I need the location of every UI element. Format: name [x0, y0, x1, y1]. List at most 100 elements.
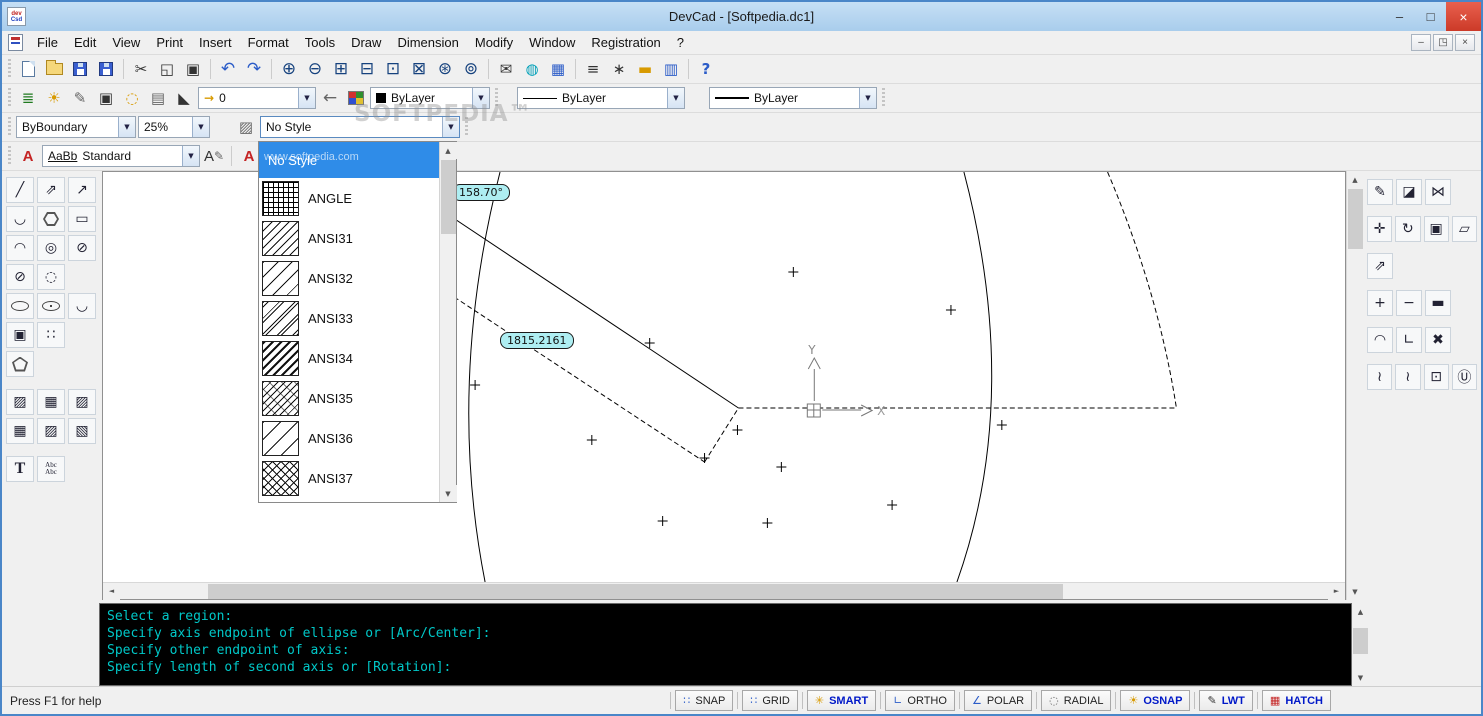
chevron-down-icon[interactable]: ▼ — [859, 88, 876, 108]
stretch-tool[interactable]: ⇗ — [1367, 253, 1393, 279]
toolbar-grip[interactable] — [8, 146, 11, 166]
toolbar-grip[interactable] — [465, 117, 468, 137]
new-button[interactable] — [16, 57, 40, 81]
layer-manager-button[interactable]: ≣ — [16, 86, 40, 110]
skew-tool[interactable]: ▱ — [1451, 216, 1477, 242]
menu-item-registration[interactable]: Registration — [583, 32, 668, 53]
hatch-tool-2[interactable]: ▦ — [37, 389, 65, 415]
arc-right[interactable] — [956, 172, 993, 582]
display-button[interactable]: ▦ — [546, 57, 570, 81]
toolbar-grip[interactable] — [882, 88, 885, 108]
scroll-up-arrow[interactable]: ▲ — [1346, 171, 1364, 188]
text-style-button[interactable]: A — [16, 144, 40, 168]
radius-line[interactable] — [419, 195, 739, 409]
fillet-tool[interactable]: ◠ — [1367, 327, 1393, 353]
donut-tool[interactable]: ⊘ — [6, 264, 34, 290]
chevron-down-icon[interactable]: ▼ — [118, 117, 135, 137]
point-tool[interactable]: ∷ — [37, 322, 65, 348]
toolbar-grip[interactable] — [495, 88, 498, 108]
menu-item-insert[interactable]: Insert — [191, 32, 240, 53]
open-button[interactable] — [42, 57, 66, 81]
menu-item-dimension[interactable]: Dimension — [389, 32, 466, 53]
chamfer-tool[interactable]: ∟ — [1396, 327, 1422, 353]
vertical-scroll-thumb[interactable] — [1347, 189, 1363, 249]
draw-order-button[interactable]: ≡ — [581, 57, 605, 81]
scroll-down-arrow[interactable]: ▼ — [1346, 583, 1364, 600]
command-scrollbar[interactable]: ▲ ▼ — [1352, 603, 1369, 686]
chevron-down-icon[interactable]: ▼ — [192, 117, 209, 137]
menu-item-format[interactable]: Format — [240, 32, 297, 53]
scroll-down-arrow[interactable]: ▼ — [1352, 669, 1369, 686]
chevron-down-icon[interactable]: ▼ — [298, 88, 315, 108]
lengthen-tool[interactable]: + — [1367, 290, 1393, 316]
menu-item-print[interactable]: Print — [148, 32, 191, 53]
arc-tool[interactable]: ◠ — [6, 235, 34, 261]
boundary-combo[interactable]: ByBoundary ▼ — [16, 116, 136, 138]
menu-item-edit[interactable]: Edit — [66, 32, 104, 53]
hatch-tool-1[interactable]: ▨ — [6, 389, 34, 415]
style-option-ansi35[interactable]: ANSI35 — [259, 378, 439, 418]
toggle-hatch[interactable]: ▦ HATCH — [1261, 690, 1331, 711]
style-option-angle[interactable]: ANGLE — [259, 178, 439, 218]
spline-tool[interactable]: ◌ — [37, 264, 65, 290]
trim-tool[interactable]: − — [1396, 290, 1422, 316]
toggle-ortho[interactable]: ∟ ORTHO — [885, 690, 955, 711]
hatch-tool-4[interactable]: ▦ — [6, 418, 34, 444]
command-prompt[interactable]: Specify length of second axis or [Rotati… — [107, 659, 1344, 676]
dropdown-scrollbar[interactable]: ▲ ▼ — [439, 142, 457, 502]
break-tool[interactable]: ≀ — [1367, 364, 1393, 390]
style-option-ansi34[interactable]: ANSI34 — [259, 338, 439, 378]
close-button[interactable]: × — [1446, 2, 1481, 31]
layer-lock-button[interactable]: ▣ — [94, 86, 118, 110]
style-option-ansi31[interactable]: ANSI31 — [259, 218, 439, 258]
point-style-button[interactable]: ∗ — [607, 57, 631, 81]
ellipse-arc-tool[interactable]: ◡ — [68, 293, 96, 319]
lineweight-combo[interactable]: ByLayer ▼ — [709, 87, 877, 109]
previous-layer-button[interactable]: ← — [318, 86, 342, 110]
zoom-window-button[interactable]: ⊞ — [329, 57, 353, 81]
scroll-left-arrow[interactable]: ◄ — [103, 582, 120, 600]
toggle-osnap[interactable]: ☀ OSNAP — [1120, 690, 1191, 711]
style-option-ansi32[interactable]: ANSI32 — [259, 258, 439, 298]
style-option-ansi36[interactable]: ANSI36 — [259, 418, 439, 458]
menu-item-tools[interactable]: Tools — [297, 32, 343, 53]
mdi-close-button[interactable]: × — [1455, 34, 1475, 51]
text-tool[interactable]: T — [6, 456, 34, 482]
hatch-edit-button[interactable]: ▨ — [234, 115, 258, 139]
scale-tool[interactable]: ▣ — [1423, 216, 1449, 242]
menu-item-view[interactable]: View — [104, 32, 148, 53]
hatch-style-combo[interactable]: No Style ▼ — [260, 116, 460, 138]
closed-polyline-tool[interactable] — [6, 351, 34, 377]
layer-on-off-button[interactable]: ☀ — [42, 86, 66, 110]
move-tool[interactable]: ✛ — [1367, 216, 1393, 242]
line-tool[interactable]: ╱ — [6, 177, 34, 203]
chevron-down-icon[interactable]: ▼ — [442, 117, 459, 137]
paste-button[interactable]: ▣ — [181, 57, 205, 81]
zoom-all-button[interactable]: ⊚ — [459, 57, 483, 81]
chevron-down-icon[interactable]: ▼ — [472, 88, 489, 108]
circle-tan-tool[interactable]: ⊘ — [68, 235, 96, 261]
scroll-up-arrow[interactable]: ▲ — [439, 142, 457, 159]
zoom-previous-button[interactable]: ⊟ — [355, 57, 379, 81]
color-combo[interactable]: ByLayer ▼ — [370, 87, 490, 109]
mirror-tool[interactable]: ⋈ — [1425, 179, 1451, 205]
ruler-button[interactable]: ▬ — [633, 57, 657, 81]
polyline-tool[interactable]: ◡ — [6, 206, 34, 232]
text-style-combo[interactable]: AaBb Standard ▼ — [42, 145, 200, 167]
arc-dashed[interactable] — [1107, 172, 1177, 409]
undo-mark-tool[interactable]: Ⓤ — [1451, 364, 1477, 390]
hatch-tool-5[interactable]: ▨ — [37, 418, 65, 444]
layer-plot-button[interactable]: ◌ — [120, 86, 144, 110]
extend-tool[interactable]: ▬ — [1425, 290, 1451, 316]
toggle-snap[interactable]: ∷ SNAP — [675, 690, 734, 711]
zoom-in-button[interactable]: ⊕ — [277, 57, 301, 81]
redo-button[interactable]: ↷ — [242, 57, 266, 81]
toolbar-grip[interactable] — [8, 59, 11, 79]
hatch-tool-3[interactable]: ▨ — [68, 389, 96, 415]
layer-edit-button[interactable]: ✎ — [68, 86, 92, 110]
hatch-scale-combo[interactable]: 25% ▼ — [138, 116, 210, 138]
zoom-scale-button[interactable]: ⊡ — [381, 57, 405, 81]
boundary-tool[interactable]: ⊡ — [1423, 364, 1449, 390]
vertical-scrollbar[interactable]: ▲ ▼ — [1346, 171, 1364, 600]
flag-button[interactable]: ◣ — [172, 86, 196, 110]
